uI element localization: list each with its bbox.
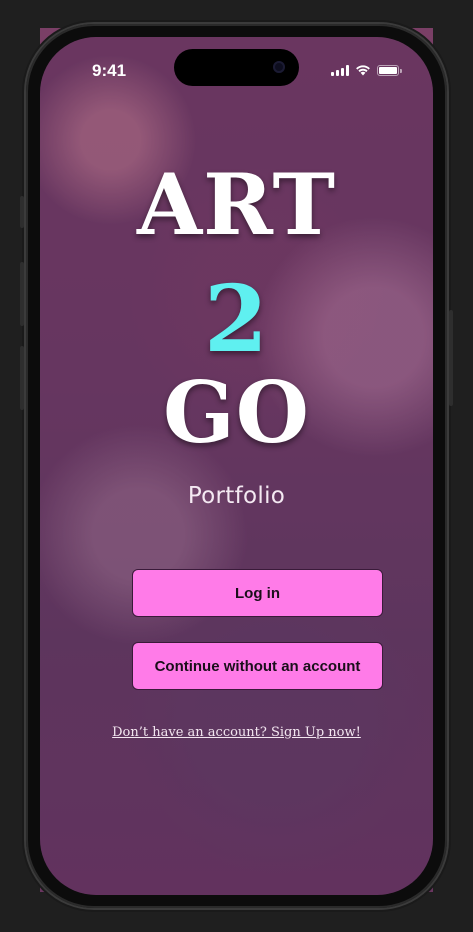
continue-without-account-button[interactable]: Continue without an account: [132, 642, 383, 690]
volume-down-button: [20, 346, 24, 410]
wifi-icon: [356, 65, 370, 76]
status-bar: 9:41: [40, 37, 433, 91]
dynamic-island: [174, 49, 299, 86]
battery-icon: [377, 64, 402, 76]
portfolio-subtitle: Portfolio: [187, 483, 286, 509]
logo-art-text: ART: [136, 155, 336, 254]
welcome-content: ART 2 GO Portfolio Log in Continue witho…: [40, 37, 433, 895]
app-screen: 9:41 ART 2 GO Portfolio Log in Continue …: [40, 37, 433, 895]
status-icons: [331, 64, 402, 76]
phone-frame: 9:41 ART 2 GO Portfolio Log in Continue …: [20, 24, 453, 908]
signup-link[interactable]: Don’t have an account? Sign Up now!: [40, 725, 433, 740]
stage: 9:41 ART 2 GO Portfolio Log in Continue …: [0, 0, 473, 932]
status-time: 9:41: [92, 61, 127, 80]
login-button[interactable]: Log in: [132, 569, 383, 617]
power-button: [449, 310, 453, 406]
action-button: [20, 196, 24, 228]
signal-icon: [331, 64, 349, 76]
volume-up-button: [20, 262, 24, 326]
camera-icon: [273, 61, 285, 73]
logo-two-text: 2: [203, 265, 269, 373]
logo-go-text: GO: [163, 363, 310, 462]
